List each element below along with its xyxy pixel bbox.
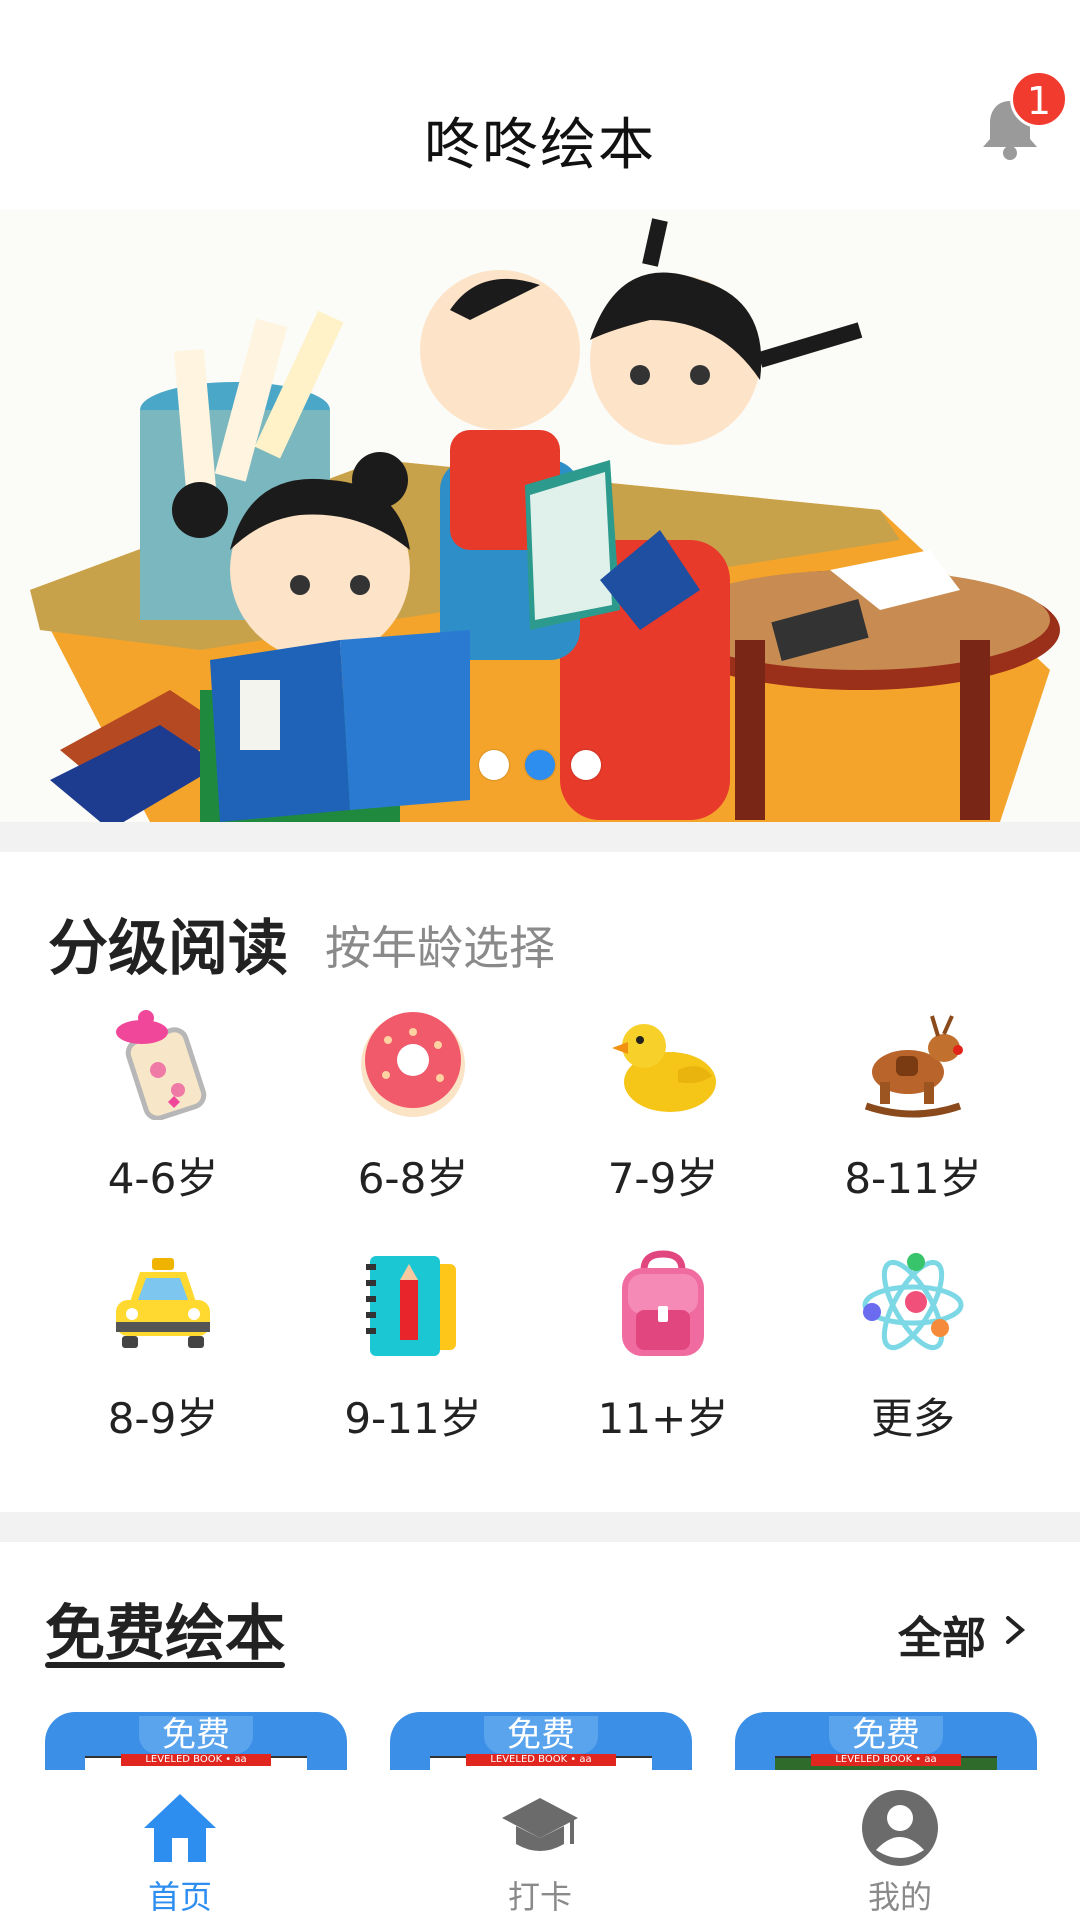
age-item-4-6[interactable]: 4-6岁 — [38, 1010, 288, 1210]
section-subtitle: 按年龄选择 — [325, 921, 555, 975]
age-label: 8-11岁 — [844, 1154, 982, 1203]
leveled-book-banner: LEVELED BOOK • aa — [466, 1754, 616, 1766]
chevron-right-icon[interactable] — [1000, 1610, 1030, 1650]
age-item-8-9[interactable]: 8-9岁 — [38, 1250, 288, 1450]
tab-home[interactable]: 首页 — [80, 1770, 280, 1920]
user-icon — [862, 1790, 938, 1866]
free-book-card[interactable]: LEVELED BOOK • aa 免费 — [45, 1712, 347, 1772]
leveled-book-banner: LEVELED BOOK • aa — [811, 1754, 961, 1766]
age-label: 8-9岁 — [107, 1394, 219, 1443]
carousel-indicator — [0, 750, 1080, 782]
title-underline — [45, 1662, 285, 1668]
section-title-free-books: 免费绘本 — [45, 1599, 285, 1669]
section-title-graded-reading: 分级阅读 — [48, 914, 288, 984]
age-item-more[interactable]: 更多 — [788, 1250, 1038, 1450]
free-tag: 免费 — [484, 1716, 598, 1754]
section-divider — [0, 822, 1080, 852]
free-tag: 免费 — [829, 1716, 943, 1754]
carousel-dot-active[interactable] — [525, 750, 555, 780]
banner-illustration — [30, 218, 1060, 822]
age-item-7-9[interactable]: 7-9岁 — [538, 1010, 788, 1210]
taxi-icon — [116, 1258, 210, 1348]
carousel-dot[interactable] — [479, 750, 509, 780]
banner-carousel[interactable] — [0, 210, 1080, 822]
age-label: 更多 — [870, 1394, 955, 1443]
leveled-book-banner: LEVELED BOOK • aa — [121, 1754, 271, 1766]
baby-bottle-icon — [116, 1010, 207, 1120]
age-label: 7-9岁 — [607, 1154, 719, 1203]
tab-mine[interactable]: 我的 — [800, 1770, 1000, 1920]
carousel-dot[interactable] — [571, 750, 601, 780]
tab-label: 打卡 — [507, 1878, 572, 1916]
duck-icon — [612, 1024, 716, 1112]
view-all-link[interactable]: 全部 — [898, 1602, 986, 1666]
free-book-card[interactable]: LEVELED BOOK • aa 免费 — [390, 1712, 692, 1772]
donut-icon — [361, 1012, 465, 1117]
atom-icon — [862, 1253, 964, 1351]
age-label: 9-11岁 — [344, 1394, 482, 1443]
tab-checkin[interactable]: 打卡 — [440, 1770, 640, 1920]
backpack-icon — [622, 1250, 704, 1356]
page-title: 咚咚绘本 — [424, 113, 656, 178]
app-header: 咚咚绘本 1 — [0, 0, 1080, 210]
age-item-6-8[interactable]: 6-8岁 — [288, 1010, 538, 1210]
age-label: 6-8岁 — [357, 1154, 469, 1203]
graduation-cap-icon — [502, 1798, 578, 1851]
age-label: 11+岁 — [597, 1394, 729, 1443]
section-divider — [0, 1512, 1080, 1542]
age-label: 4-6岁 — [107, 1154, 219, 1203]
tab-label: 我的 — [867, 1878, 932, 1916]
notification-badge: 1 — [1010, 70, 1068, 128]
bottom-tab-bar: 首页 打卡 我的 — [0, 1770, 1080, 1920]
age-item-8-11[interactable]: 8-11岁 — [788, 1010, 1038, 1210]
rocking-reindeer-icon — [864, 1015, 963, 1118]
home-icon — [144, 1794, 216, 1862]
tab-label: 首页 — [147, 1878, 212, 1916]
age-item-9-11[interactable]: 9-11岁 — [288, 1250, 538, 1450]
notebook-icon — [366, 1256, 456, 1356]
age-item-11-plus[interactable]: 11+岁 — [538, 1250, 788, 1450]
free-tag: 免费 — [139, 1716, 253, 1754]
free-book-card[interactable]: LEVELED BOOK • aa 免费 — [735, 1712, 1037, 1772]
